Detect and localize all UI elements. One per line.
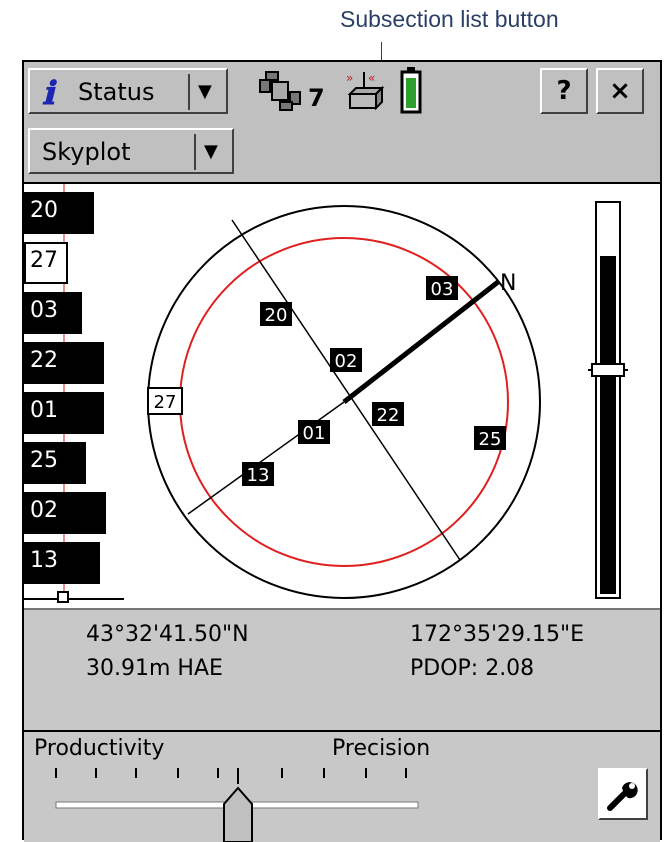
- callout-label: Subsection list button: [340, 6, 559, 32]
- svg-text:20: 20: [265, 305, 288, 326]
- elevation-mask-slider[interactable]: [588, 201, 628, 599]
- help-button-label: ?: [556, 76, 572, 106]
- settings-button[interactable]: [598, 768, 648, 820]
- pdop-value: PDOP: 2.08: [410, 656, 535, 681]
- top-bar: ℹ Status ▼ 7 » « ? ×: [24, 62, 660, 120]
- radio-link-icon[interactable]: » «: [342, 68, 388, 114]
- skyplot-sat-02[interactable]: 02: [330, 348, 362, 372]
- north-label: N: [500, 271, 516, 296]
- position-info-panel: 43°32'41.50"N 172°35'29.15"E 30.91m HAE …: [24, 608, 660, 732]
- skyplot-sat-27[interactable]: 27: [147, 387, 183, 415]
- skyplot-sat-13[interactable]: 13: [242, 462, 274, 486]
- status-button-separator: [188, 74, 190, 110]
- subsection-label: Skyplot: [42, 138, 131, 166]
- info-icon: ℹ: [42, 74, 55, 112]
- svg-text:02: 02: [335, 351, 358, 372]
- battery-icon[interactable]: [400, 66, 422, 114]
- skyplot-sat-03[interactable]: 03: [426, 276, 458, 300]
- skyplot-sat-01[interactable]: 01: [298, 420, 330, 444]
- chevron-down-icon[interactable]: ▼: [198, 81, 212, 102]
- svg-text:01: 01: [303, 423, 326, 444]
- svg-text:27: 27: [154, 392, 177, 413]
- longitude-value: 172°35'29.15"E: [410, 622, 585, 647]
- skyplot-panel: 20 27 03 22 01 25 02 13 03 N 20 02 27 22…: [24, 184, 660, 608]
- close-icon: ×: [609, 76, 631, 106]
- productivity-precision-panel: Productivity Precision: [24, 732, 660, 842]
- satellite-icon[interactable]: [256, 70, 316, 114]
- subsection-button-separator: [194, 134, 196, 170]
- status-button-label: Status: [78, 78, 155, 106]
- satellite-count: 7: [308, 84, 325, 112]
- svg-text:»: »: [346, 71, 353, 85]
- help-button[interactable]: ?: [540, 68, 588, 114]
- svg-text:03: 03: [431, 279, 454, 300]
- productivity-precision-slider[interactable]: [24, 732, 594, 842]
- subsection-bar: Skyplot ▼: [24, 120, 660, 184]
- latitude-value: 43°32'41.50"N: [86, 622, 249, 647]
- skyplot-sat-25[interactable]: 25: [474, 426, 506, 450]
- wrench-icon: [607, 782, 638, 811]
- svg-text:22: 22: [377, 405, 400, 426]
- close-button[interactable]: ×: [596, 68, 644, 114]
- skyplot-sat-22[interactable]: 22: [372, 402, 404, 426]
- svg-text:25: 25: [479, 429, 502, 450]
- height-value: 30.91m HAE: [86, 656, 223, 681]
- status-menu-button[interactable]: ℹ Status ▼: [28, 68, 228, 114]
- svg-text:13: 13: [247, 465, 270, 486]
- skyplot-diagram[interactable]: 03 N 20 02 27 22 01 25 13: [24, 184, 660, 608]
- subsection-list-button[interactable]: Skyplot ▼: [28, 128, 234, 174]
- skyplot-sat-20[interactable]: 20: [260, 302, 292, 326]
- chevron-down-icon[interactable]: ▼: [204, 141, 218, 162]
- device-screen: ℹ Status ▼ 7 » « ? × Skyplot ▼ 20 27 03 …: [22, 60, 662, 842]
- svg-text:«: «: [368, 71, 375, 85]
